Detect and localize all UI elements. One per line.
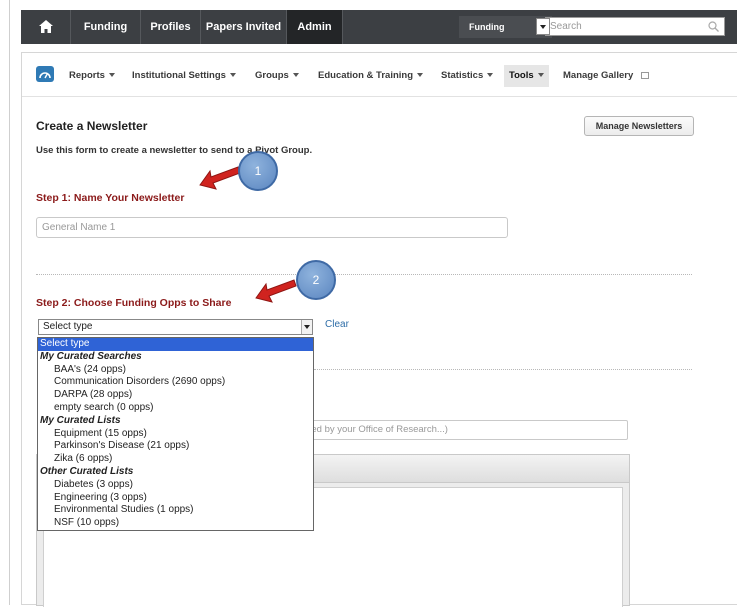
dropdown-option[interactable]: Environmental Studies (1 opps) xyxy=(38,504,313,517)
subnav-manage-gallery[interactable]: Manage Gallery xyxy=(563,68,650,84)
divider xyxy=(36,274,692,275)
home-icon xyxy=(39,20,53,33)
subnav-statistics[interactable]: Statistics xyxy=(441,68,494,84)
external-window-icon xyxy=(641,71,650,79)
funding-type-select-value: Select type xyxy=(43,321,93,332)
intro-text: Use this form to create a newsletter to … xyxy=(36,145,313,156)
subnav-reports-label: Reports xyxy=(69,70,105,81)
nav-admin[interactable]: Admin xyxy=(287,10,343,44)
dropdown-group-label: Other Curated Lists xyxy=(40,465,134,477)
annotation-arrow-icon xyxy=(199,166,241,190)
dropdown-option[interactable]: Equipment (15 opps) xyxy=(38,428,313,441)
search-input[interactable]: Search xyxy=(545,17,725,36)
dropdown-option[interactable]: Diabetes (3 opps) xyxy=(38,479,313,492)
subnav-institutional-settings-label: Institutional Settings xyxy=(132,70,226,81)
search-scope-dropdown-button[interactable] xyxy=(536,18,550,35)
divider xyxy=(314,369,692,370)
annotation-badge-1: 1 xyxy=(238,151,278,191)
dropdown-option-selected[interactable]: Select type xyxy=(38,338,313,351)
home-button[interactable] xyxy=(21,10,71,44)
manage-newsletters-button[interactable]: Manage Newsletters xyxy=(584,116,694,136)
dropdown-option[interactable]: empty search (0 opps) xyxy=(38,402,313,415)
admin-subnav: Reports Institutional Settings Groups Ed… xyxy=(22,53,737,97)
chevron-down-icon xyxy=(540,25,546,29)
select-dropdown-button[interactable] xyxy=(301,320,312,334)
funding-type-dropdown-list: Select type My Curated Searches BAA's (2… xyxy=(37,337,314,531)
dropdown-option[interactable]: BAA's (24 opps) xyxy=(38,364,313,377)
dashboard-icon[interactable] xyxy=(36,66,54,82)
subnav-groups[interactable]: Groups xyxy=(255,68,299,84)
subnav-statistics-label: Statistics xyxy=(441,70,484,81)
caret-down-icon xyxy=(487,73,494,78)
caret-down-icon xyxy=(292,73,299,78)
subnav-education-training[interactable]: Education & Training xyxy=(318,68,424,84)
annotation-arrow-icon xyxy=(255,279,297,303)
subnav-groups-label: Groups xyxy=(255,70,289,81)
dropdown-option[interactable]: NSF (10 opps) xyxy=(38,517,313,530)
caret-down-icon xyxy=(537,73,544,78)
subnav-education-training-label: Education & Training xyxy=(318,70,414,81)
step1-title: Step 1: Name Your Newsletter xyxy=(36,192,185,204)
pivot-group-input[interactable]: urated by your Office of Research...) xyxy=(290,420,628,440)
caret-down-icon xyxy=(229,73,236,78)
nav-funding[interactable]: Funding xyxy=(71,10,141,44)
caret-down-icon xyxy=(417,73,424,78)
subnav-manage-gallery-label: Manage Gallery xyxy=(563,70,634,81)
dropdown-group-label: My Curated Searches xyxy=(40,350,142,362)
nav-papers-invited[interactable]: Papers Invited xyxy=(201,10,287,44)
nav-profiles[interactable]: Profiles xyxy=(141,10,201,44)
funding-type-select[interactable]: Select type xyxy=(38,319,313,335)
subnav-tools[interactable]: Tools xyxy=(504,65,549,87)
dropdown-option[interactable]: Engineering (3 opps) xyxy=(38,492,313,505)
dropdown-group-label: My Curated Lists xyxy=(40,414,121,426)
chevron-down-icon xyxy=(304,325,310,329)
step2-title: Step 2: Choose Funding Opps to Share xyxy=(36,297,232,309)
browser-frame: Funding Profiles Papers Invited Admin Fu… xyxy=(0,0,737,607)
subnav-institutional-settings[interactable]: Institutional Settings xyxy=(132,68,236,84)
newsletter-name-input[interactable]: General Name 1 xyxy=(36,217,508,238)
dropdown-option[interactable]: Zika (6 opps) xyxy=(38,453,313,466)
frame-edge xyxy=(9,0,10,605)
page-title: Create a Newsletter xyxy=(36,119,148,133)
clear-link[interactable]: Clear xyxy=(325,319,349,330)
dropdown-option[interactable]: DARPA (28 opps) xyxy=(38,389,313,402)
subnav-reports[interactable]: Reports xyxy=(69,68,115,84)
annotation-badge-2: 2 xyxy=(296,260,336,300)
dropdown-option[interactable]: Communication Disorders (2690 opps) xyxy=(38,376,313,389)
search-icon[interactable] xyxy=(708,21,719,32)
top-navigation: Funding Profiles Papers Invited Admin Fu… xyxy=(21,10,737,44)
subnav-tools-label: Tools xyxy=(509,70,534,81)
caret-down-icon xyxy=(108,73,115,78)
dropdown-option[interactable]: Parkinson's Disease (21 opps) xyxy=(38,440,313,453)
